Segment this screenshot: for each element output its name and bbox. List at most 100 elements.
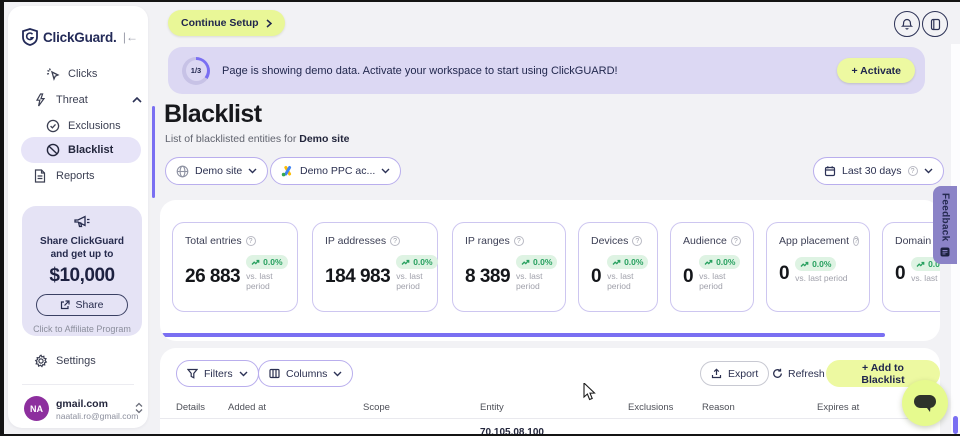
- page-subtitle-site: Demo site: [299, 133, 349, 145]
- collapse-sidebar-icon[interactable]: |←: [123, 30, 138, 44]
- sidebar: ClickGuard. |← Clicks Threat Exclusions …: [8, 6, 148, 428]
- stat-delta: 0.0%: [413, 257, 432, 267]
- stat-delta: 0.0%: [812, 259, 831, 269]
- export-button[interactable]: Export: [700, 361, 769, 386]
- sidebar-divider: [22, 384, 134, 385]
- sidebar-item-label: Reports: [56, 170, 95, 182]
- refresh-icon: [772, 368, 783, 379]
- column-header-entity[interactable]: Entity: [480, 402, 504, 413]
- docs-button[interactable]: [922, 11, 948, 37]
- stat-card-devices: Devices? 0 0.0% vs. last period: [578, 222, 658, 312]
- export-icon: [711, 368, 722, 379]
- column-header-reason[interactable]: Reason: [702, 402, 735, 413]
- sidebar-item-clicks[interactable]: Clicks: [46, 63, 97, 85]
- trend-up-icon: [521, 259, 530, 266]
- date-range-value: Last 30 days: [842, 165, 902, 177]
- avatar[interactable]: NA: [24, 396, 49, 421]
- chevron-up-icon[interactable]: [132, 97, 142, 103]
- column-header-exclusions[interactable]: Exclusions: [628, 402, 673, 413]
- column-header-expires-at[interactable]: Expires at: [817, 402, 859, 413]
- stat-label: IP ranges: [465, 235, 510, 247]
- affiliate-promo-card[interactable]: Share ClickGuard and get up to $10,000 S…: [22, 206, 142, 336]
- mouse-cursor: [583, 383, 596, 401]
- promo-text: Share ClickGuard and get up to: [22, 234, 142, 261]
- brand-logo[interactable]: ClickGuard. |←: [22, 26, 138, 48]
- sidebar-item-reports[interactable]: Reports: [34, 165, 95, 187]
- continue-setup-button[interactable]: Continue Setup: [168, 10, 285, 36]
- help-icon[interactable]: ?: [632, 236, 642, 246]
- column-header-details[interactable]: Details: [176, 402, 205, 413]
- filters-label: Filters: [204, 368, 233, 380]
- window-frame-left: [0, 0, 4, 436]
- site-selector-value: Demo site: [195, 165, 242, 177]
- trend-up-icon: [612, 259, 621, 266]
- stat-value: 184 983: [325, 266, 390, 288]
- feedback-tab[interactable]: Feedback: [933, 186, 957, 264]
- funnel-icon: [187, 368, 198, 379]
- activate-button[interactable]: + Activate: [837, 58, 915, 83]
- stats-horizontal-scrollbar[interactable]: [162, 333, 885, 337]
- continue-setup-label: Continue Setup: [181, 17, 259, 29]
- ppc-account-value: Demo PPC ac...: [300, 165, 375, 177]
- stat-card-app-placement: App placement? 0 0.0% vs. last period: [766, 222, 870, 312]
- filters-button[interactable]: Filters: [176, 360, 259, 387]
- stat-label: Total entries: [185, 235, 242, 247]
- sidebar-item-label: Clicks: [68, 68, 97, 80]
- stat-card-audience: Audience? 0 0.0% vs. last period: [670, 222, 754, 312]
- help-icon[interactable]: ?: [390, 236, 400, 246]
- affiliate-link[interactable]: Click to Affiliate Program: [22, 324, 142, 334]
- page-scrollbar-thumb[interactable]: [953, 416, 958, 434]
- stat-label: Devices: [591, 235, 628, 247]
- stat-value: 0: [895, 263, 905, 285]
- banner-message: Page is showing demo data. Activate your…: [222, 65, 618, 77]
- sidebar-item-blacklist[interactable]: Blacklist: [46, 139, 113, 161]
- column-header-scope[interactable]: Scope: [363, 402, 390, 413]
- block-icon: [46, 143, 60, 157]
- columns-icon: [269, 368, 280, 379]
- stat-label: IP addresses: [325, 235, 386, 247]
- calendar-icon: [824, 165, 836, 177]
- feedback-form-icon: [940, 247, 950, 257]
- sidebar-scrollbar[interactable]: [152, 106, 155, 198]
- refresh-button[interactable]: Refresh: [772, 361, 825, 386]
- external-link-icon: [60, 300, 70, 310]
- click-cursor-icon: [46, 67, 60, 81]
- sidebar-item-threat[interactable]: Threat: [34, 89, 142, 111]
- google-ads-icon: [281, 165, 294, 177]
- refresh-label: Refresh: [788, 368, 825, 380]
- stat-card-domain-placement: Domain placement? 0 0.0% vs. last period: [882, 222, 940, 312]
- stat-caption: vs. last period: [246, 271, 287, 291]
- sidebar-item-exclusions[interactable]: Exclusions: [46, 115, 121, 137]
- stat-caption: vs. last period: [396, 271, 437, 291]
- window-frame-top: [0, 0, 960, 2]
- stat-delta: 0.0%: [263, 257, 282, 267]
- columns-label: Columns: [286, 368, 327, 380]
- share-button[interactable]: Share: [36, 294, 128, 316]
- chat-launcher-button[interactable]: [902, 380, 948, 426]
- setup-progress-ring: 1/3: [182, 57, 210, 85]
- stat-caption: vs. last period: [795, 273, 847, 283]
- stats-panel: Total entries? 26 883 0.0% vs. last peri…: [160, 200, 940, 341]
- help-icon[interactable]: ?: [731, 236, 741, 246]
- stat-delta: 0.0%: [533, 257, 552, 267]
- ppc-account-selector[interactable]: Demo PPC ac...: [270, 157, 401, 185]
- trend-up-icon: [704, 259, 713, 266]
- site-selector[interactable]: Demo site: [165, 157, 268, 185]
- chevron-right-icon: [266, 19, 272, 28]
- notifications-button[interactable]: [894, 11, 920, 37]
- trend-up-icon: [916, 261, 925, 268]
- columns-button[interactable]: Columns: [258, 360, 353, 387]
- help-icon[interactable]: ?: [246, 236, 256, 246]
- account-switcher-icon[interactable]: [135, 402, 143, 414]
- help-icon[interactable]: ?: [853, 236, 859, 246]
- date-range-selector[interactable]: Last 30 days ?: [813, 157, 944, 185]
- stat-card-ip-ranges: IP ranges? 8 389 0.0% vs. last period: [452, 222, 566, 312]
- column-header-added-at[interactable]: Added at: [228, 402, 266, 413]
- sidebar-item-settings[interactable]: Settings: [34, 350, 96, 372]
- megaphone-icon: [73, 214, 91, 229]
- settings-label: Settings: [56, 355, 96, 367]
- stat-value: 26 883: [185, 266, 240, 288]
- stat-label: App placement: [779, 235, 849, 247]
- chevron-down-icon: [333, 371, 342, 377]
- help-icon[interactable]: ?: [514, 236, 524, 246]
